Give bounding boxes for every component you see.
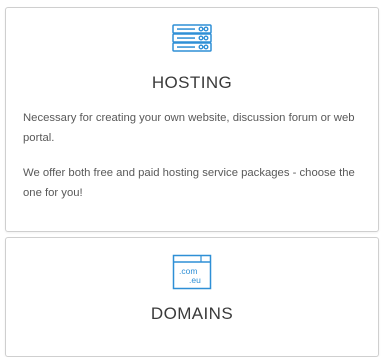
domain-icon-eu: .eu [189, 275, 201, 285]
hosting-description: Necessary for creating your own website,… [23, 112, 355, 144]
hosting-offer-text: We offer both free and paid hosting serv… [23, 167, 355, 199]
hosting-card[interactable]: HOSTING Necessary for creating your own … [5, 7, 379, 232]
domains-title: DOMAINS [150, 304, 234, 323]
hosting-title: HOSTING [151, 73, 233, 92]
domains-card[interactable]: .com .eu DOMAINS [5, 237, 379, 357]
server-icon [172, 24, 212, 52]
domain-icon: .com .eu [172, 254, 212, 290]
